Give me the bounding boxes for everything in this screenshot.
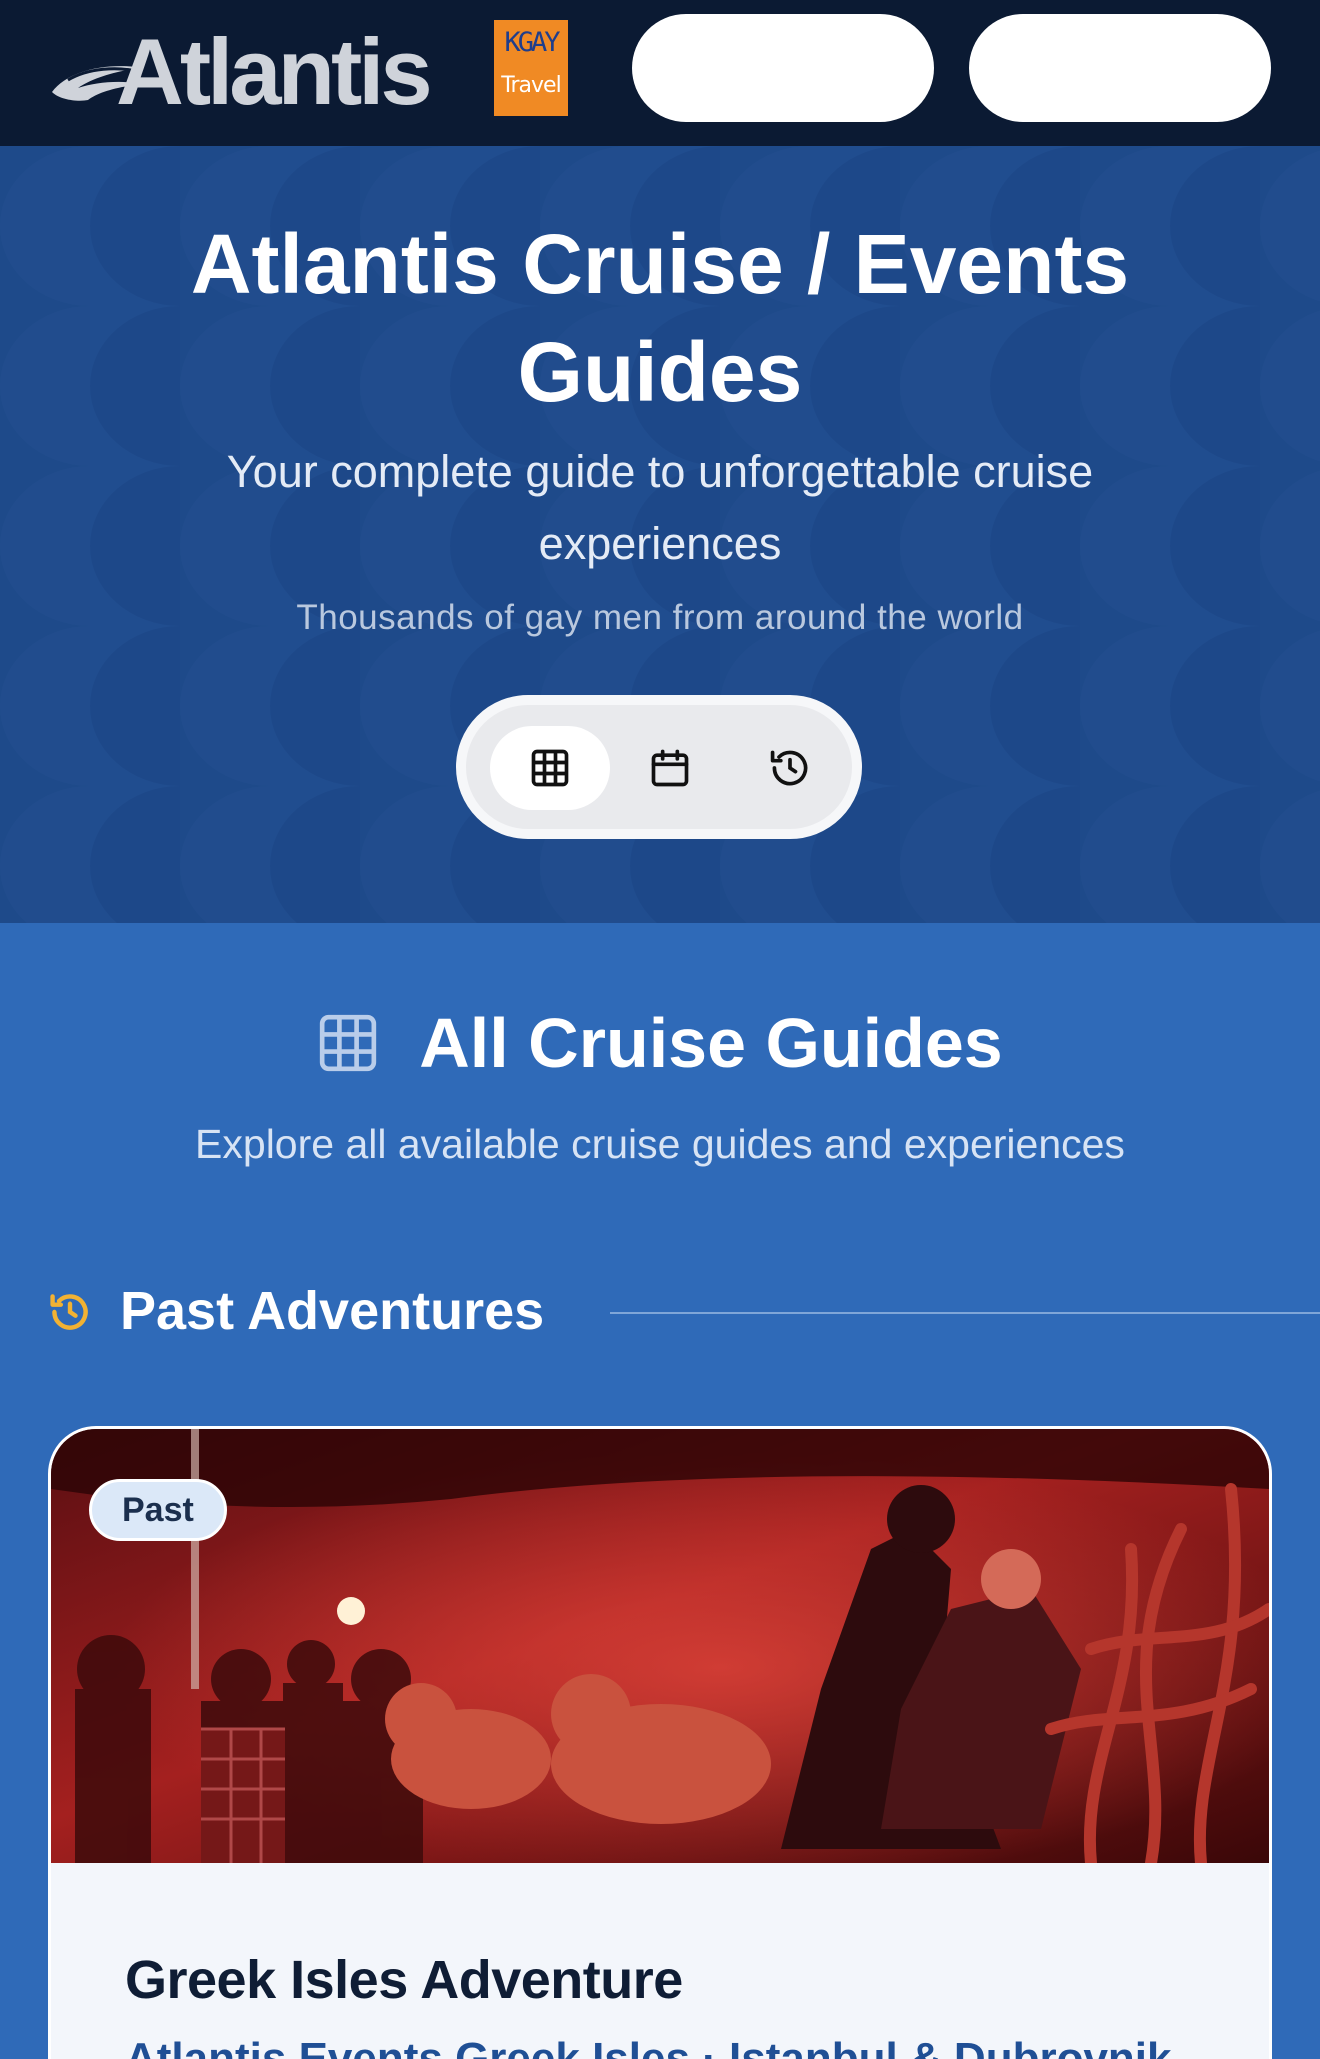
kgay-logo-line1: KGAY [504,27,560,58]
hero-subtitle: Your complete guide to unforgettable cru… [226,446,1094,569]
grid-view-button[interactable] [490,726,610,810]
kgay-travel-logo[interactable]: KGAY Travel [494,20,568,116]
section-subtitle: Explore all available cruise guides and … [195,1121,1125,1167]
grid-icon [531,749,569,787]
hero-tagline: Thousands of gay men from around the wor… [296,598,1024,637]
page-title: Atlantis Cruise / Events Guides [190,217,1130,419]
section-title: All Cruise Guides [419,1004,1003,1082]
header-button-1[interactable] [632,14,934,122]
history-view-button[interactable] [730,726,850,810]
view-toggle [456,695,862,839]
calendar-view-button[interactable] [610,726,730,810]
card-title[interactable]: Greek Isles Adventure [125,1945,683,2015]
group-divider [610,1312,1320,1314]
top-navigation-bar: Atlantis KGAY Travel [0,0,1320,146]
history-icon [770,750,808,786]
calendar-icon [651,749,689,787]
status-badge: Past [89,1479,227,1541]
cruise-guide-card[interactable]: Past Greek Isles Adventure Atlantis Even… [48,1426,1272,2059]
kgay-logo-line2: Travel [501,73,561,98]
history-icon [50,1294,88,1330]
card-image: Past [51,1429,1269,1863]
card-subtitle-link[interactable]: Atlantis Events Greek Isles · Istanbul &… [125,2031,1225,2059]
hero-section: Atlantis Cruise / Events Guides Your com… [0,146,1320,923]
past-adventures-header: Past Adventures [48,1276,1320,1346]
atlantis-logo[interactable]: Atlantis [48,19,460,124]
logo-text: Atlantis [116,19,433,124]
group-title: Past Adventures [120,1281,545,1341]
grid-icon [320,1014,377,1072]
header-button-2[interactable] [969,14,1271,122]
photo-icon [51,1429,1269,1863]
section-header: All Cruise Guides [0,993,1320,1093]
